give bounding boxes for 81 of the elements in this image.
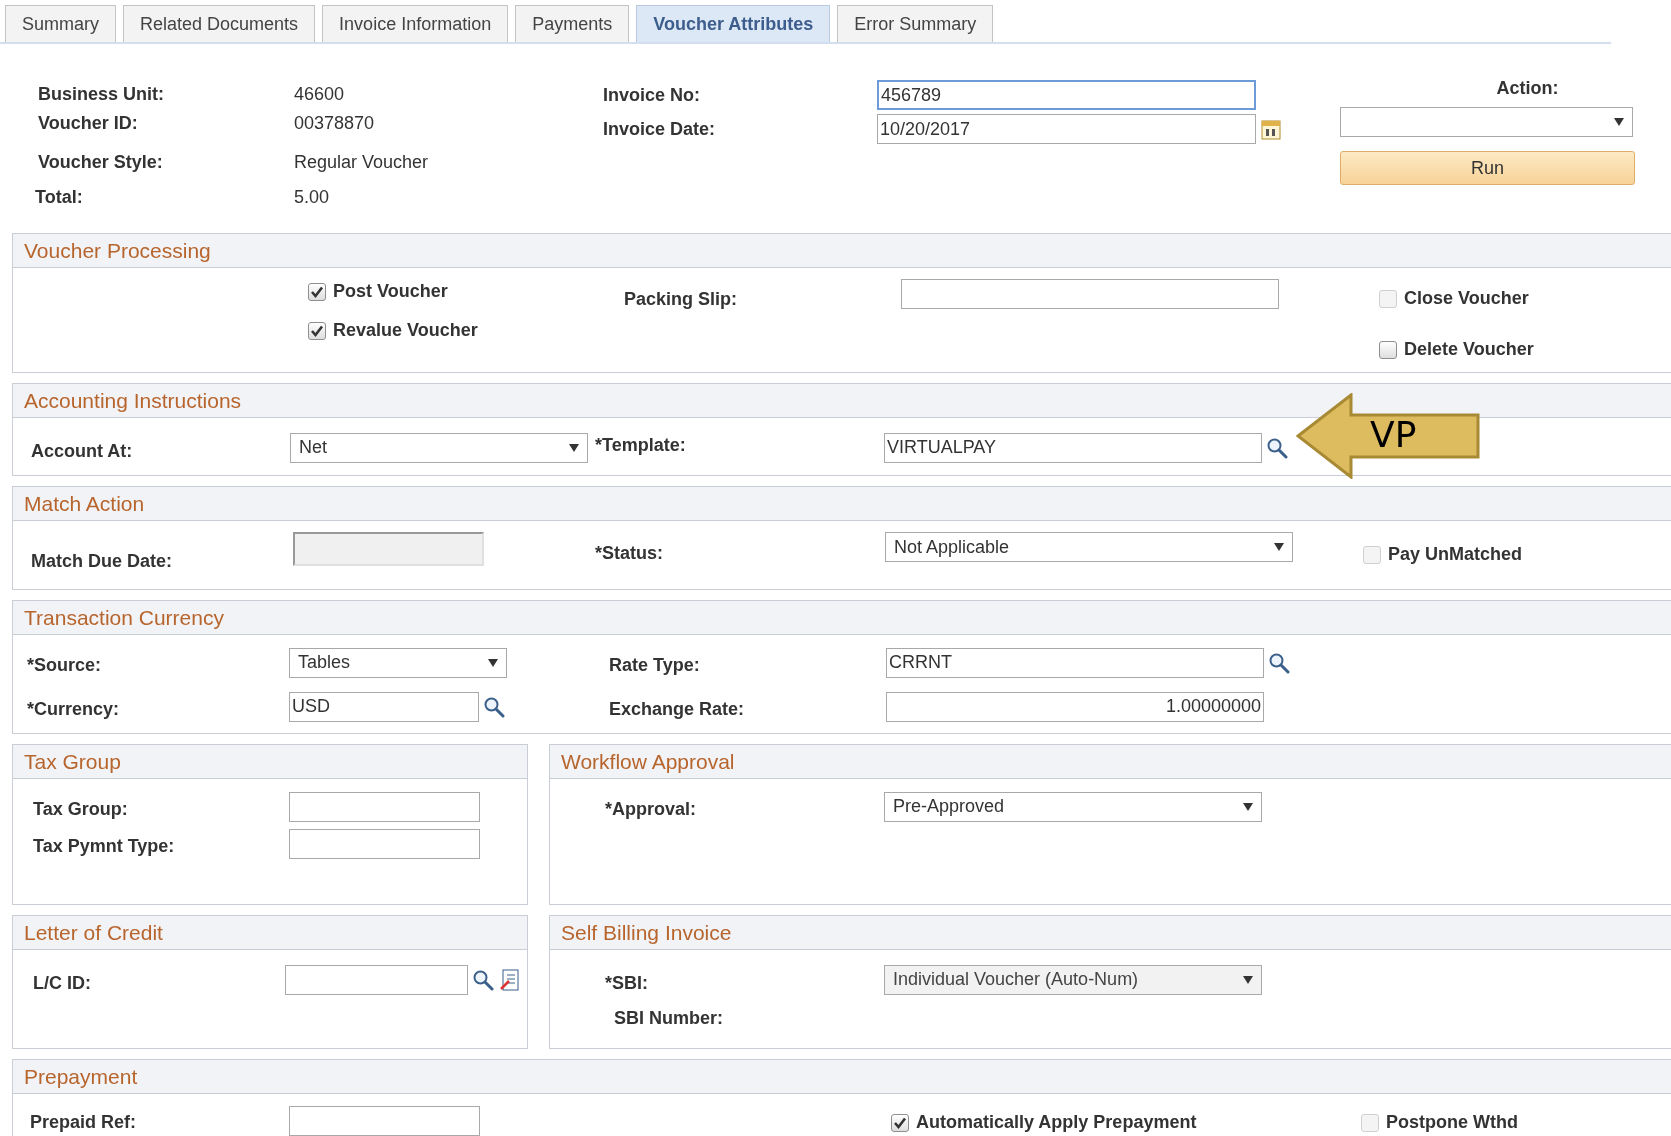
dropdown[interactable]: Not Applicable (885, 532, 1293, 562)
caret-icon[interactable] (1243, 802, 1253, 811)
section-title: Tax Group (24, 748, 121, 775)
field-label: Account At: (31, 441, 133, 461)
field-label: Pay UnMatched (1388, 543, 1523, 566)
section-title: Match Action (24, 490, 145, 517)
field-label: *Approval: (605, 799, 696, 819)
input-field[interactable] (901, 279, 1279, 309)
field-label: Action: (1496, 77, 1559, 99)
field-value: 00378870 (294, 112, 375, 133)
field-label: Tax Pymnt Type: (33, 836, 175, 856)
dropdown[interactable]: Pre-Approved (884, 791, 1262, 822)
field-label: Automatically Apply Prepayment (916, 1111, 1197, 1134)
field-label: Invoice Date: (603, 118, 716, 139)
field-label: *Currency: (27, 699, 120, 719)
field-label: Invoice No: (603, 84, 700, 105)
field-label: *Template: (595, 435, 686, 455)
section-title: Prepayment (24, 1063, 138, 1090)
tab[interactable]: Invoice Information (322, 5, 509, 42)
field-label: Rate Type: (609, 655, 700, 675)
field-label: Exchange Rate: (609, 699, 745, 719)
run-button[interactable]: Run (1340, 151, 1635, 185)
field-label: Voucher Style: (38, 151, 163, 172)
input-field[interactable]: USD (289, 691, 479, 722)
report-icon[interactable] (500, 968, 520, 991)
field-value: Regular Voucher (294, 151, 429, 172)
field-label: Close Voucher (1404, 287, 1529, 310)
checkbox[interactable] (891, 1113, 909, 1132)
field-label: Prepaid Ref: (30, 1112, 137, 1132)
field-label: Business Unit: (38, 83, 165, 104)
checkbox[interactable] (308, 321, 326, 340)
section-title: Transaction Currency (24, 604, 224, 631)
input-field[interactable]: VIRTUALPAY (884, 432, 1262, 463)
input-field[interactable] (289, 1105, 480, 1136)
field-label: Total: (35, 186, 83, 207)
search-icon[interactable] (1268, 651, 1290, 674)
field-label: Voucher ID: (38, 112, 138, 133)
field-label: Match Due Date: (31, 551, 173, 571)
dropdown[interactable]: Net (290, 432, 588, 463)
tab[interactable]: Voucher Attributes (636, 5, 831, 42)
caret-icon[interactable] (488, 658, 498, 667)
input-field[interactable]: CRRNT (886, 647, 1264, 678)
field-label: SBI Number: (614, 1007, 723, 1030)
section-title: Workflow Approval (561, 748, 735, 775)
dropdown[interactable]: Tables (289, 647, 507, 678)
section-title: Voucher Processing (24, 237, 211, 264)
field-label: Post Voucher (333, 280, 448, 303)
input-field[interactable] (289, 791, 480, 822)
search-icon[interactable] (472, 968, 494, 991)
search-icon[interactable] (1266, 436, 1288, 459)
field-value: 46600 (294, 83, 345, 104)
input-field[interactable]: 456789 (877, 80, 1256, 110)
input-field[interactable] (285, 964, 468, 995)
field-label: Revalue Voucher (333, 319, 478, 342)
tab[interactable]: Related Documents (123, 5, 316, 42)
field-label: Packing Slip: (624, 289, 738, 309)
field-label: *Status: (595, 543, 663, 563)
input-field[interactable]: 1.00000000 (886, 691, 1264, 722)
input-field[interactable] (289, 828, 480, 859)
calendar-icon[interactable] (1261, 118, 1281, 140)
caret-icon[interactable] (1274, 543, 1284, 551)
field-label: Delete Voucher (1404, 338, 1534, 361)
caret-icon[interactable] (1614, 118, 1624, 126)
tab[interactable]: Summary (5, 5, 116, 42)
tab[interactable]: Payments (515, 5, 630, 42)
search-icon[interactable] (483, 695, 505, 718)
section-title: Self Billing Invoice (561, 919, 732, 946)
input-field[interactable]: 10/20/2017 (877, 114, 1256, 144)
field-label: *Source: (27, 655, 102, 675)
tab[interactable]: Error Summary (837, 5, 994, 42)
field-label: Postpone Wthd (1386, 1111, 1518, 1134)
field-value: 5.00 (294, 186, 330, 207)
checkbox[interactable] (308, 282, 326, 301)
section-title: Letter of Credit (24, 919, 163, 946)
field-label: Tax Group: (33, 799, 128, 819)
field-label: *SBI: (605, 973, 648, 993)
section-title: Accounting Instructions (24, 387, 242, 414)
checkbox[interactable] (1379, 340, 1397, 359)
callout-label: VP (1370, 413, 1417, 457)
caret-icon[interactable] (569, 443, 579, 452)
field-label: L/C ID: (33, 973, 91, 993)
